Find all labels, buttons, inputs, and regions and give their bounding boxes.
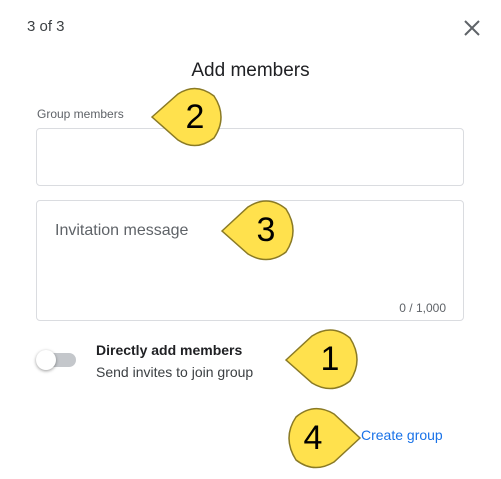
toggle-thumb xyxy=(36,350,56,370)
step-counter: 3 of 3 xyxy=(27,18,65,35)
callout-2: 2 xyxy=(148,86,228,150)
close-button[interactable] xyxy=(460,16,484,40)
callout-number: 2 xyxy=(185,98,205,136)
group-members-input[interactable] xyxy=(36,128,464,186)
character-counter: 0 / 1,000 xyxy=(399,301,446,315)
callout-1: 1 xyxy=(282,327,364,393)
direct-add-title: Directly add members xyxy=(96,342,243,358)
direct-add-toggle[interactable] xyxy=(36,349,78,371)
dialog-title: Add members xyxy=(191,60,310,81)
callout-number: 4 xyxy=(303,419,323,457)
create-group-button[interactable]: Create group xyxy=(357,425,447,445)
group-members-label: Group members xyxy=(37,107,124,121)
callout-number: 3 xyxy=(256,211,276,249)
callout-3: 3 xyxy=(218,198,300,264)
direct-add-subtitle: Send invites to join group xyxy=(96,364,254,380)
callout-4: 4 xyxy=(280,404,364,472)
callout-number: 1 xyxy=(320,340,340,378)
invitation-message-placeholder: Invitation message xyxy=(55,222,189,239)
close-icon xyxy=(464,20,480,36)
